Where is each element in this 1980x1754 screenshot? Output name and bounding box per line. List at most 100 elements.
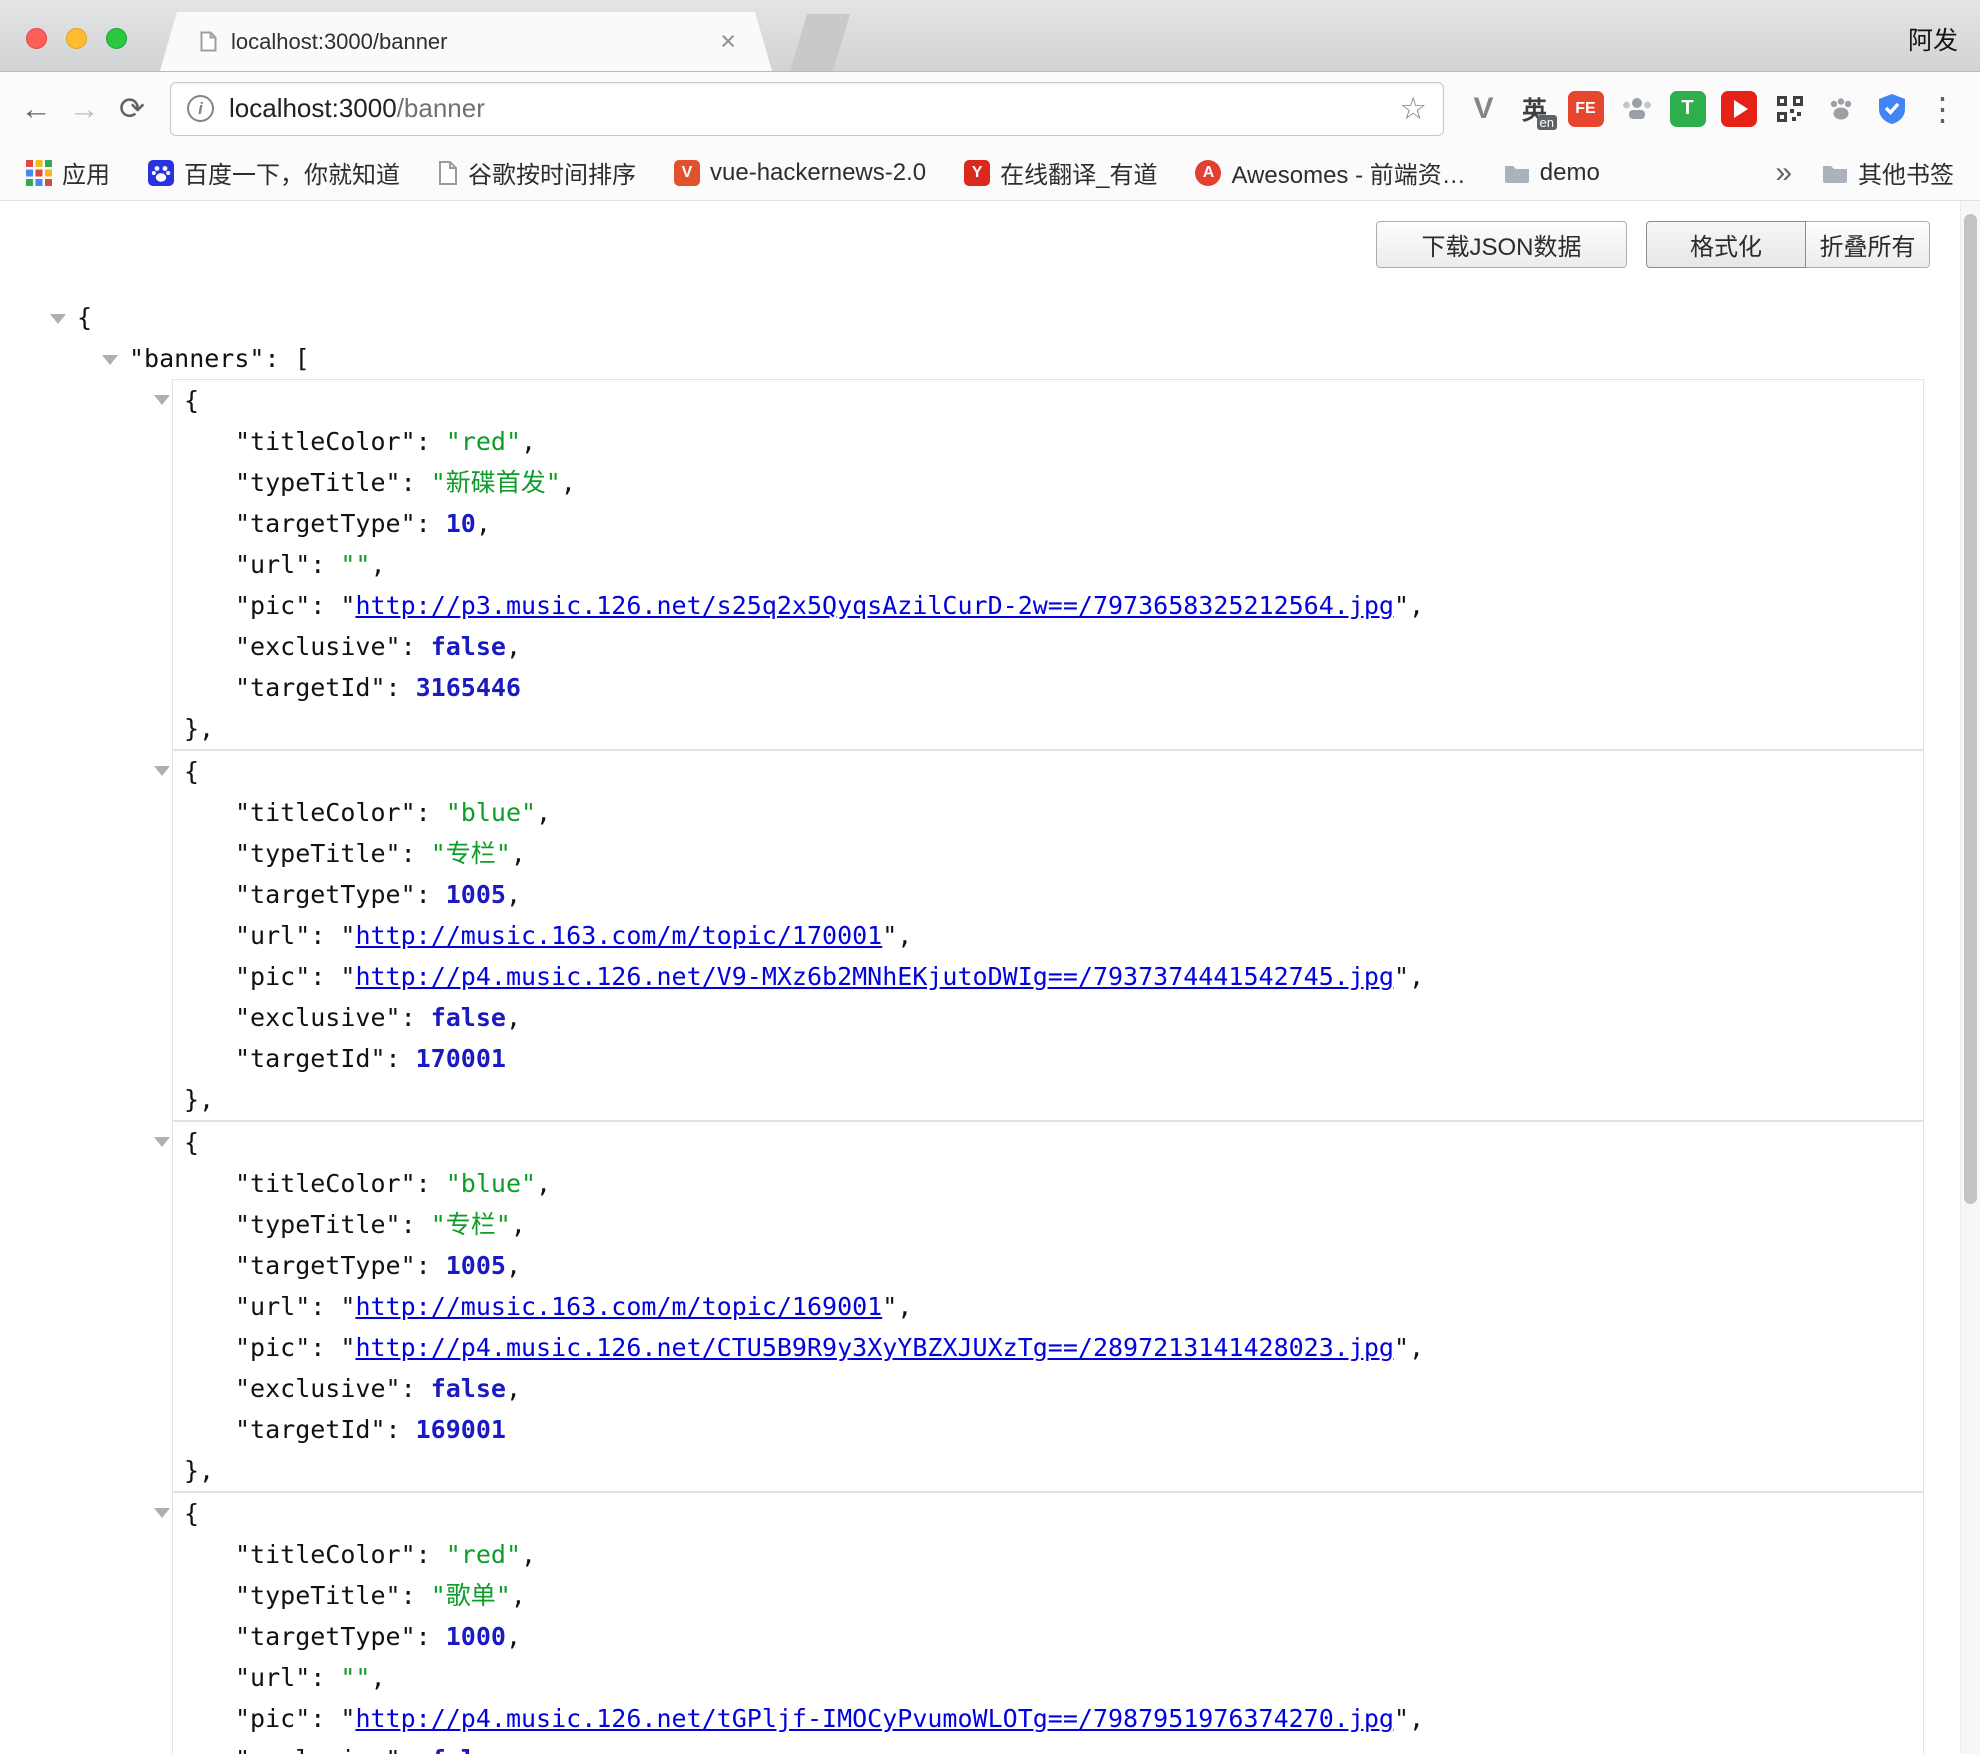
json-line: "exclusive": false bbox=[173, 1739, 1923, 1754]
minimize-window-button[interactable] bbox=[66, 28, 87, 49]
json-number-value: 1005 bbox=[446, 1251, 506, 1280]
collapse-triangle-icon[interactable] bbox=[154, 766, 170, 776]
green-t-icon[interactable]: T bbox=[1662, 84, 1713, 134]
new-tab-button[interactable] bbox=[790, 14, 850, 71]
collapse-triangle-icon[interactable] bbox=[154, 395, 170, 405]
vimium-icon[interactable]: V bbox=[1458, 84, 1509, 134]
close-window-button[interactable] bbox=[26, 28, 47, 49]
json-string-value: "red" bbox=[446, 427, 521, 456]
json-token: , bbox=[370, 1663, 385, 1692]
fe-extension-icon[interactable]: FE bbox=[1560, 84, 1611, 134]
collapse-triangle-icon[interactable] bbox=[102, 355, 118, 365]
forward-button[interactable]: → bbox=[60, 85, 108, 133]
json-line: "targetId": 170001 bbox=[173, 1038, 1923, 1079]
json-string-value: "" bbox=[340, 550, 370, 579]
bookmark-google-sort[interactable]: 谷歌按时间排序 bbox=[438, 155, 636, 190]
shield-check-icon[interactable] bbox=[1866, 84, 1917, 134]
json-token: " bbox=[340, 1704, 355, 1733]
json-line: "targetType": 1000, bbox=[173, 1616, 1923, 1657]
json-token: , bbox=[536, 1169, 551, 1198]
format-button[interactable]: 格式化 bbox=[1646, 221, 1806, 268]
json-string-value: "新碟首发" bbox=[431, 468, 561, 497]
json-token: : [ bbox=[264, 344, 309, 373]
collapse-triangle-icon[interactable] bbox=[50, 314, 66, 324]
json-url-link[interactable]: http://p4.music.126.net/V9-MXz6b2MNhEKju… bbox=[355, 962, 1394, 991]
json-line: "typeTitle": "专栏", bbox=[173, 833, 1923, 874]
translate-icon[interactable]: 英 en bbox=[1509, 84, 1560, 134]
json-number-value: 170001 bbox=[416, 1044, 506, 1073]
page-content: 下载JSON数据 格式化 折叠所有 {"banners": [{"titleCo… bbox=[0, 201, 1980, 1754]
paw-icon[interactable] bbox=[1815, 84, 1866, 134]
org-people-icon[interactable] bbox=[1611, 84, 1662, 134]
json-token: , bbox=[1409, 1333, 1424, 1362]
collapse-triangle-icon[interactable] bbox=[154, 1508, 170, 1518]
bookmark-awesomes[interactable]: A Awesomes - 前端资… bbox=[1195, 155, 1465, 190]
zoom-window-button[interactable] bbox=[106, 28, 127, 49]
browser-menu-icon[interactable]: ⋮ bbox=[1917, 84, 1968, 134]
collapse-triangle-icon[interactable] bbox=[154, 1137, 170, 1147]
json-url-link[interactable]: http://music.163.com/m/topic/169001 bbox=[355, 1292, 882, 1321]
window-titlebar: localhost:3000/banner × 阿发 bbox=[0, 0, 1980, 72]
apps-shortcut[interactable]: 应用 bbox=[26, 155, 110, 190]
page-icon bbox=[200, 31, 217, 52]
bookmark-label: Awesomes - 前端资… bbox=[1231, 155, 1465, 190]
back-button[interactable]: ← bbox=[12, 85, 60, 133]
apps-grid-icon bbox=[26, 160, 52, 186]
json-token: , bbox=[1409, 962, 1424, 991]
scrollbar[interactable] bbox=[1960, 201, 1980, 1754]
bookmark-vue-hackernews[interactable]: V vue-hackernews-2.0 bbox=[674, 159, 926, 187]
json-token: : bbox=[310, 1704, 340, 1733]
json-url-link[interactable]: http://music.163.com/m/topic/170001 bbox=[355, 921, 882, 950]
json-key: "targetId" bbox=[235, 1415, 386, 1444]
json-line: "pic": "http://p4.music.126.net/V9-MXz6b… bbox=[173, 956, 1923, 997]
qr-code-icon[interactable] bbox=[1764, 84, 1815, 134]
bookmark-folder-demo[interactable]: demo bbox=[1504, 159, 1600, 187]
json-token: , bbox=[521, 1540, 536, 1569]
url-text[interactable]: localhost:3000/banner bbox=[229, 93, 485, 124]
json-line: "banners": [ bbox=[0, 338, 1960, 379]
bookmark-label: demo bbox=[1540, 159, 1600, 187]
json-token: : bbox=[310, 550, 340, 579]
json-line: "url": "", bbox=[173, 1657, 1923, 1698]
other-bookmarks-folder[interactable]: 其他书签 bbox=[1822, 155, 1954, 190]
json-token: , bbox=[476, 509, 491, 538]
json-key: "banners" bbox=[129, 344, 264, 373]
scrollbar-thumb[interactable] bbox=[1964, 214, 1977, 1204]
bookmark-star-icon[interactable]: ☆ bbox=[1399, 93, 1427, 124]
json-key: "typeTitle" bbox=[235, 1581, 401, 1610]
json-line: "targetType": 1005, bbox=[173, 1245, 1923, 1286]
tab-close-icon[interactable]: × bbox=[720, 28, 736, 55]
json-url-link[interactable]: http://p4.music.126.net/CTU5B9R9y3XyYBZX… bbox=[355, 1333, 1394, 1362]
site-info-icon[interactable]: i bbox=[187, 95, 214, 122]
json-key: "targetType" bbox=[235, 1251, 416, 1280]
reload-button[interactable]: ⟳ bbox=[108, 85, 156, 133]
json-token: , bbox=[370, 550, 385, 579]
bookmarks-overflow-chevron[interactable]: » bbox=[1775, 156, 1792, 190]
json-key: "url" bbox=[235, 921, 310, 950]
collapse-all-button[interactable]: 折叠所有 bbox=[1805, 221, 1930, 268]
json-token: : bbox=[401, 1581, 431, 1610]
json-line: "exclusive": false, bbox=[173, 1368, 1923, 1409]
json-token: " bbox=[1394, 1704, 1409, 1733]
address-bar[interactable]: i localhost:3000/banner ☆ bbox=[170, 82, 1444, 136]
json-line: "url": "", bbox=[173, 544, 1923, 585]
folder-icon bbox=[1504, 162, 1530, 184]
bookmark-baidu[interactable]: 百度一下，你就知道 bbox=[148, 155, 400, 190]
json-key: "exclusive" bbox=[235, 632, 401, 661]
json-url-link[interactable]: http://p3.music.126.net/s25q2x5QyqsAzilC… bbox=[355, 591, 1394, 620]
browser-tab[interactable]: localhost:3000/banner × bbox=[160, 12, 772, 71]
json-key: "url" bbox=[235, 1663, 310, 1692]
bookmark-youdao-translate[interactable]: Y 在线翻译_有道 bbox=[964, 155, 1157, 190]
json-url-link[interactable]: http://p4.music.126.net/tGPljf-IMOCyPvum… bbox=[355, 1704, 1394, 1733]
profile-name[interactable]: 阿发 bbox=[1908, 21, 1958, 57]
download-json-button[interactable]: 下载JSON数据 bbox=[1376, 221, 1627, 268]
json-line: "titleColor": "blue", bbox=[173, 1163, 1923, 1204]
json-token: , bbox=[536, 798, 551, 827]
youtube-icon[interactable] bbox=[1713, 84, 1764, 134]
bookmark-label: 其他书签 bbox=[1858, 155, 1954, 190]
folder-icon bbox=[1822, 162, 1848, 184]
json-token: { bbox=[184, 1499, 199, 1528]
json-key: "exclusive" bbox=[235, 1745, 401, 1754]
doc-icon bbox=[438, 161, 458, 185]
bookmark-label: 应用 bbox=[62, 155, 110, 190]
